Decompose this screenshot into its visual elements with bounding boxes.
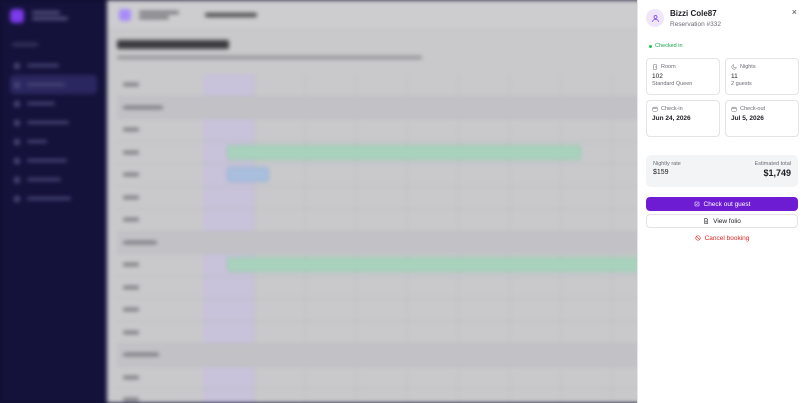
- sidebar-item-operations[interactable]: [10, 56, 97, 75]
- room-type: Standard Queen: [652, 81, 693, 87]
- property-logo: [119, 8, 131, 21]
- page-title: [117, 40, 229, 49]
- status-text: Checked in: [655, 43, 683, 49]
- reservation-bar[interactable]: [227, 257, 647, 272]
- checkout-date: Jul 5, 2026: [731, 115, 764, 122]
- check-out-guest-button[interactable]: Check out guest: [646, 197, 798, 211]
- checkout-icon: [694, 201, 699, 207]
- brand-logo: [10, 8, 24, 23]
- close-icon[interactable]: ×: [792, 7, 797, 17]
- reservation-drawer: Bizzi Cole87 Reservation #332 × Checked …: [637, 0, 806, 403]
- checkout-card: Check-out Jul 5, 2026: [725, 100, 799, 137]
- rate-summary: Nightly rate $159 Estimated total $1,749: [646, 155, 798, 187]
- status-dot-icon: [649, 44, 652, 48]
- reservation-details: Room 102 Standard Queen Nights 11 2 gues…: [646, 58, 799, 137]
- moon-icon: [731, 64, 737, 70]
- cancel-booking-label: Cancel booking: [704, 234, 750, 242]
- reservation-bar[interactable]: [227, 167, 269, 182]
- sidebar-item-reservations[interactable]: [10, 75, 97, 94]
- reservation-number: Reservation #332: [670, 21, 721, 28]
- checkin-date: Jun 24, 2026: [652, 115, 691, 122]
- room-value: 102: [652, 73, 663, 80]
- guest-avatar: [646, 9, 664, 27]
- sidebar-item-remote-guide[interactable]: [10, 189, 97, 208]
- estimated-total-value: $1,749: [763, 168, 791, 178]
- sidebar-section-label: [12, 43, 38, 46]
- sidebar: [0, 0, 107, 403]
- checkin-card: Check-in Jun 24, 2026: [646, 100, 720, 137]
- user-icon: [651, 14, 659, 22]
- sidebar-item-housekeeping[interactable]: [10, 113, 97, 132]
- nights-label: Nights: [740, 64, 756, 70]
- room-card: Room 102 Standard Queen: [646, 58, 720, 95]
- guest-count: 2 guests: [731, 81, 752, 87]
- sidebar-item-inventory[interactable]: [10, 94, 97, 113]
- ban-icon: [695, 235, 701, 241]
- door-icon: [653, 64, 657, 70]
- guest-name: Bizzi Cole87: [670, 9, 717, 18]
- sidebar-item-revenue[interactable]: [10, 170, 97, 189]
- page-subtitle: [117, 56, 422, 59]
- view-folio-button[interactable]: View folio: [646, 214, 798, 228]
- cancel-booking-button[interactable]: Cancel booking: [646, 232, 798, 244]
- estimated-total-label: Estimated total: [754, 161, 791, 167]
- reservation-bar[interactable]: [227, 144, 581, 160]
- sidebar-item-rate-manager[interactable]: [10, 151, 97, 170]
- status-badge: Checked in: [649, 43, 798, 49]
- brand: [10, 8, 97, 23]
- sidebar-item-guests[interactable]: [10, 132, 97, 151]
- document-icon: [704, 218, 709, 224]
- top-bar-title: [205, 12, 257, 17]
- checkin-label: Check-in: [661, 106, 683, 112]
- drawer-header: Bizzi Cole87 Reservation #332: [646, 8, 798, 28]
- check-out-guest-label: Check out guest: [703, 200, 751, 208]
- nightly-rate-value: $159: [653, 169, 669, 176]
- calendar-icon: [731, 106, 737, 112]
- nightly-rate-label: Nightly rate: [653, 161, 681, 167]
- view-folio-label: View folio: [713, 217, 741, 225]
- calendar-icon: [652, 106, 658, 112]
- room-label: Room: [661, 64, 676, 70]
- nights-value: 11: [731, 73, 738, 80]
- checkout-label: Check-out: [740, 106, 766, 112]
- nights-card: Nights 11 2 guests: [725, 58, 799, 95]
